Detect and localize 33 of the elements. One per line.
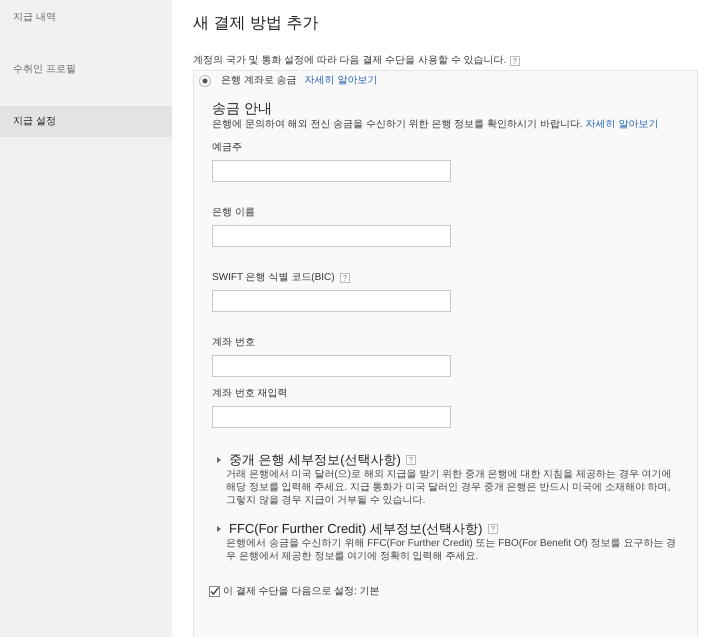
guide-text: 은행에 문의하여 해외 전신 송금을 수신하기 위한 은행 정보를 확인하시기 바랍니다. xyxy=(212,118,583,131)
help-icon[interactable] xyxy=(340,272,350,282)
page-title: 새 결제 방법 추가 xyxy=(193,14,320,34)
input-field[interactable] xyxy=(212,225,451,247)
field-label: 은행 이름 xyxy=(212,206,255,219)
input-field[interactable] xyxy=(212,160,451,182)
checkbox-label: 이 결제 수단을 다음으로 설정: 기본 xyxy=(223,585,380,598)
learn-more-link[interactable]: 자세히 알아보기 xyxy=(304,74,378,87)
expand-triangle-icon[interactable] xyxy=(216,457,222,463)
input-field[interactable] xyxy=(212,355,451,377)
field-label: 계좌 번호 xyxy=(212,336,255,349)
input-field[interactable] xyxy=(212,290,451,312)
intro-text: 계정의 국가 및 통화 설정에 따라 다음 결제 수단을 사용할 수 있습니다. xyxy=(193,54,506,68)
checkbox[interactable] xyxy=(209,586,220,597)
learn-more-link[interactable]: 자세히 알아보기 xyxy=(586,118,658,131)
sidebar-item[interactable]: 지급 내역 xyxy=(0,2,172,33)
field-label: 예금주 xyxy=(212,141,242,154)
field-label: 계좌 번호 재입력 xyxy=(212,387,288,400)
expand-triangle-icon[interactable] xyxy=(216,526,222,532)
section-heading[interactable]: FFC(For Further Credit) 세부정보(선택사항) xyxy=(229,521,482,537)
sidebar-item[interactable]: 지급 설정 xyxy=(0,106,172,137)
field-label: SWIFT 은행 식별 코드(BIC) xyxy=(212,271,335,284)
help-icon[interactable] xyxy=(488,524,498,534)
section-description: 거래 은행에서 미국 달러(으)로 해외 지급을 받기 위한 중개 은행에 대한 지침을 제공하는 경우 여기에 해당 정보를 입력해 주세요. 지급 통화가 미국 달러인 경우 중개 은행은 반드시 미국에 소재해야 하며, 그렇지 않을 경우 지급이 거부될 수 있습니다. xyxy=(225,468,673,507)
radio-button[interactable] xyxy=(199,74,211,86)
section-heading[interactable]: 중개 은행 세부정보(선택사항) xyxy=(229,452,401,468)
sidebar-item[interactable]: 수취인 프로필 xyxy=(0,54,172,85)
help-icon[interactable] xyxy=(510,56,520,66)
section-heading: 송금 안내 xyxy=(212,100,273,117)
help-icon[interactable] xyxy=(406,455,416,465)
input-field[interactable] xyxy=(212,406,451,428)
section-description: 은행에서 송금을 수신하기 위해 FFC(For Further Credit) 또는 FBO(For Benefit Of) 정보를 요구하는 경우 은행에서 제공한 정보를 여기에 정확히 입력해 주세요. xyxy=(225,537,678,563)
method-label: 은행 계좌로 송금 xyxy=(221,74,297,87)
